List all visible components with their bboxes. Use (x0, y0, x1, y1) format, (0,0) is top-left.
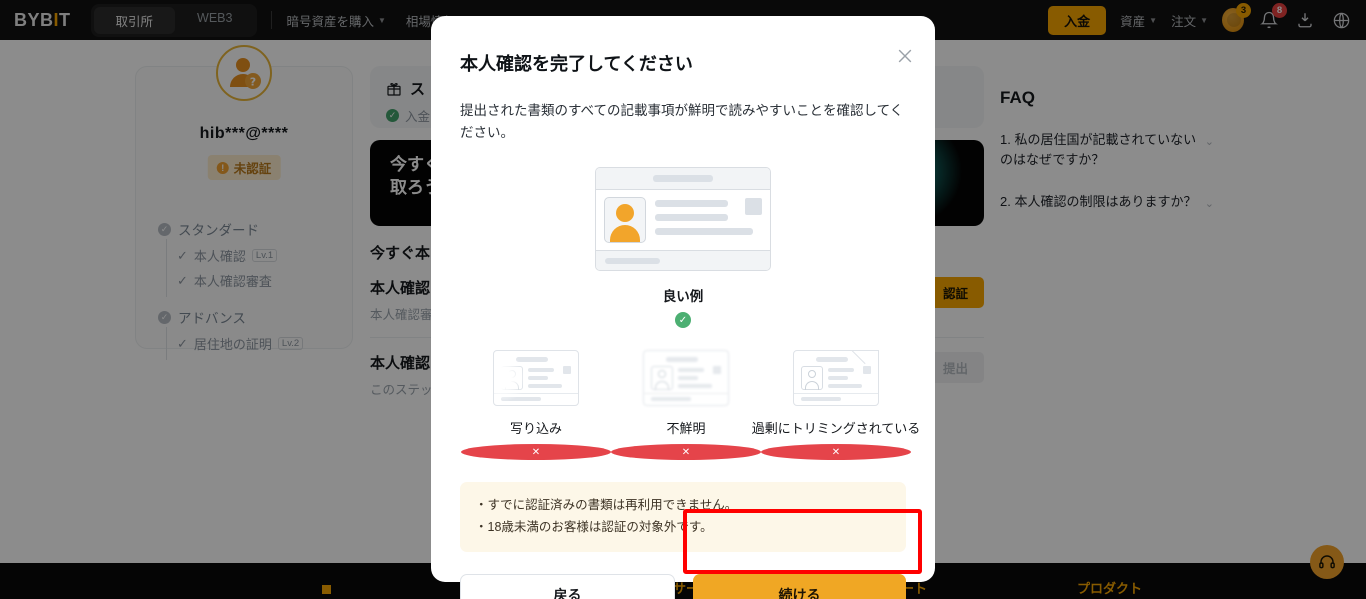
kyc-verification-modal: 本人確認を完了してください 提出された書類のすべての記載事項が鮮明で読みやすいこ… (431, 16, 935, 599)
id-card-blurry-icon (643, 350, 729, 407)
id-card-line-3 (655, 228, 754, 236)
id-card-footer (596, 250, 770, 271)
id-card-line-2 (655, 214, 728, 222)
mini-stamp (863, 366, 871, 375)
close-icon (898, 49, 912, 63)
mini-line-3 (528, 384, 562, 389)
mini-photo (651, 366, 673, 391)
mini-body-shape (655, 381, 669, 391)
modal-actions: 戻る 続ける (460, 573, 906, 599)
mini-head-shape (808, 370, 816, 379)
id-card-footer-line (605, 257, 660, 264)
id-card-cropped-icon (793, 350, 879, 407)
id-card-good-icon (595, 167, 771, 272)
bad-example-blurry: 不鮮明 ✕ (611, 350, 761, 461)
close-button[interactable] (895, 46, 915, 66)
id-card-header-line (653, 175, 713, 183)
modal-title: 本人確認を完了してください (460, 54, 693, 74)
mini-header-line (666, 357, 698, 363)
mini-divider (644, 393, 728, 395)
bad-example-cropped-label: 過剰にトリミングされている (751, 421, 921, 437)
note-line-2: ・18歳未満のお客様は認証の対象外です。 (475, 520, 713, 535)
good-example-label: 良い例 (662, 289, 704, 305)
continue-button[interactable]: 続ける (693, 573, 906, 599)
mini-line-1 (828, 368, 854, 373)
good-example-block: 良い例 ✓ (460, 167, 906, 329)
mini-footer-line (801, 397, 841, 402)
mini-divider (494, 393, 578, 395)
bad-example-blurry-mark-icon: ✕ (611, 444, 761, 461)
mini-line-1 (678, 368, 704, 373)
bad-example-glare-mark-icon: ✕ (461, 444, 611, 461)
mini-stamp (713, 366, 721, 375)
mini-footer-line (651, 397, 691, 402)
bad-example-cropped-mark-icon: ✕ (761, 444, 911, 461)
id-card-photo (604, 197, 646, 244)
mini-footer-line (501, 397, 541, 402)
good-example-check-icon: ✓ (675, 312, 691, 329)
bad-example-blurry-label: 不鮮明 (666, 421, 706, 437)
photo-head-shape (616, 204, 634, 223)
id-card-header (596, 168, 770, 191)
modal-description: 提出された書類のすべての記載事項が鮮明で読みやすいことを確認してください。 (460, 103, 904, 140)
note-line-1: ・すでに認証済みの書類は再利用できません。 (475, 498, 738, 513)
mini-line-2 (828, 376, 848, 381)
mini-line-2 (528, 376, 548, 381)
mini-photo (801, 366, 823, 391)
mini-line-3 (828, 384, 862, 389)
mini-header-line (516, 357, 548, 363)
mini-head-shape (658, 370, 666, 379)
id-card-body (596, 190, 770, 250)
mini-line-2 (678, 376, 698, 381)
notes-box: ・すでに認証済みの書類は再利用できません。 ・18歳未満のお客様は認証の対象外で… (460, 482, 906, 552)
mini-stamp (563, 366, 571, 375)
app-root: BYB I T 取引所 WEB3 暗号資産を購入 ▼ 相場情報 入金 資産 ▼ … (0, 0, 1366, 599)
back-button[interactable]: 戻る (460, 573, 675, 599)
mini-divider (794, 393, 878, 395)
bad-example-glare: 写り込み ✕ (461, 350, 611, 461)
photo-body-shape (610, 225, 640, 243)
mini-header-line (816, 357, 848, 363)
mini-body-shape (505, 381, 519, 391)
id-card-line-1 (655, 200, 728, 208)
mini-line-3 (678, 384, 712, 389)
mini-head-shape (508, 370, 516, 379)
bad-example-cropped: 過剰にトリミングされている ✕ (752, 350, 920, 461)
bad-examples-row: 写り込み ✕ 不鮮明 ✕ 過剰にトリミングされている ✕ (460, 350, 920, 461)
bad-example-glare-label: 写り込み (509, 421, 562, 437)
id-card-glare-icon (493, 350, 579, 407)
mini-line-1 (528, 368, 554, 373)
mini-body-shape (805, 381, 819, 391)
id-card-stamp (745, 198, 762, 216)
mini-photo (501, 366, 523, 391)
